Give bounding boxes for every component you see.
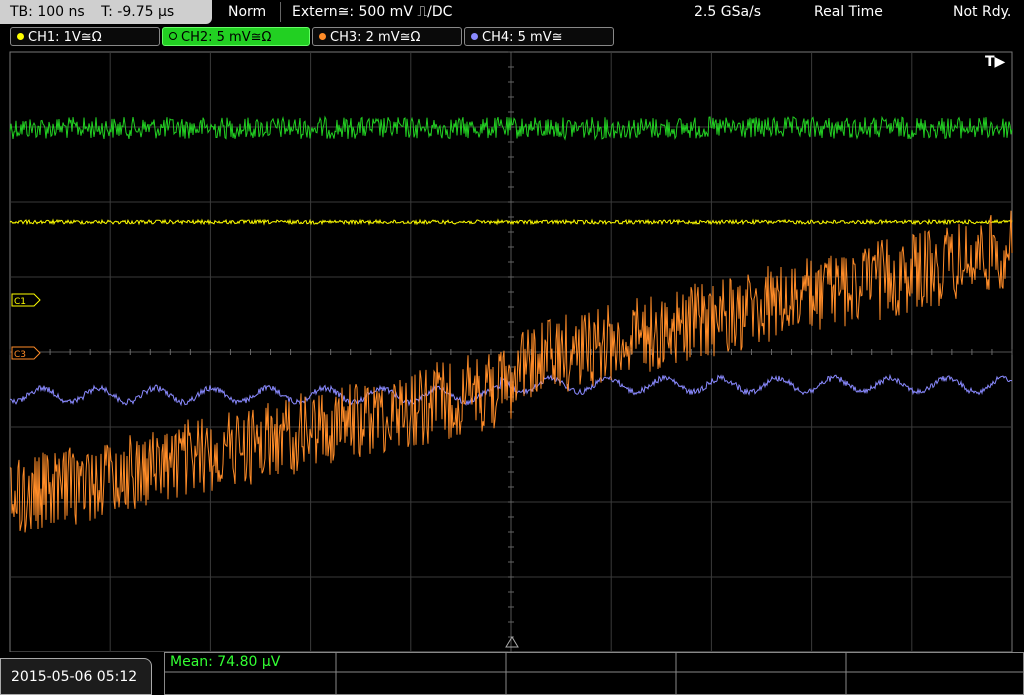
channel-bar: CH1: 1V≅Ω CH2: 5 mV≅Ω CH3: 2 mV≅Ω CH4: 5… [0,26,1024,48]
waveform-svg: C1 C3 T▶ [9,51,1013,652]
timebase-label: TB: 100 ns [10,4,85,20]
channel-2-label: CH2: 5 mV≅Ω [181,30,272,45]
real-time-label: Real Time [814,4,883,20]
channel-3-button[interactable]: CH3: 2 mV≅Ω [312,27,462,46]
channel-4-button[interactable]: CH4: 5 mV≅ [464,27,614,46]
waveform-display[interactable]: C1 C3 T▶ [0,50,1024,652]
trigger-state: Not Rdy. [953,4,1012,20]
channel-4-label: CH4: 5 mV≅ [482,30,563,45]
sample-rate: 2.5 GSa/s [694,4,762,20]
timebase-box[interactable]: TB: 100 ns T: -9.75 µs [0,0,212,24]
channel-2-dot-icon [169,32,177,40]
footer-bar: 2015-05-06 05:12 Mean: 74.80 µV [0,652,1024,695]
measurement-panel[interactable]: Mean: 74.80 µV [164,652,1024,695]
channel-1-label: CH1: 1V≅Ω [28,30,102,45]
trigger-setting[interactable]: Extern≅: 500 mV ⎍/DC [292,0,452,24]
channel-3-dot-icon [319,33,326,40]
channel-4-dot-icon [471,33,478,40]
channel-1-marker-label: C1 [14,297,26,307]
trigger-position-indicator: T▶ [985,54,1006,70]
timestamp-box: 2015-05-06 05:12 [0,658,152,695]
mean-measurement: Mean: 74.80 µV [170,654,281,670]
channel-2-button[interactable]: CH2: 5 mV≅Ω [162,27,310,46]
timestamp: 2015-05-06 05:12 [11,669,138,685]
channel-3-marker-label: C3 [14,350,26,360]
status-bar: TB: 100 ns T: -9.75 µs Norm Extern≅: 500… [0,0,1024,24]
acquisition-mode[interactable]: Norm [228,0,266,24]
trigger-time-label: T: -9.75 µs [101,4,175,20]
channel-3-label: CH3: 2 mV≅Ω [330,30,421,45]
channel-1-dot-icon [17,33,24,40]
channel-1-button[interactable]: CH1: 1V≅Ω [10,27,160,46]
